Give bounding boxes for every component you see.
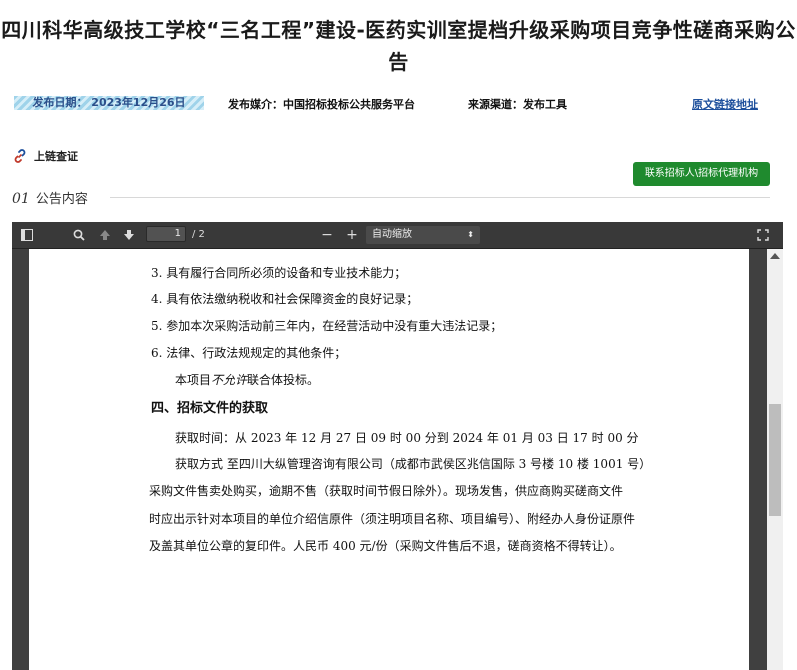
chevron-updown-icon: ⬍ (467, 230, 474, 239)
doc-line: 及盖其单位公章的复印件。人民币 400 元/份（采购文件售后不退，磋商资格不得转… (149, 539, 622, 553)
zoom-select-value: 自动缩放 (372, 229, 412, 240)
doc-line: 采购文件售卖处购买，逾期不售（获取时间节假日除外）。现场发售，供应商购买磋商文件 (149, 484, 624, 498)
section-divider (110, 197, 770, 198)
contact-tenderer-button[interactable]: 联系招标人\招标代理机构 (633, 162, 770, 186)
doc-text: 联合体投标。 (247, 373, 320, 387)
doc-line: 获取时间：从 2023 年 12 月 27 日 09 时 00 分到 2024 … (175, 431, 639, 445)
doc-line: 本项目不允许联合体投标。 (175, 371, 319, 388)
source-channel: 来源渠道：发布工具 (468, 98, 567, 111)
search-button[interactable] (70, 226, 88, 244)
doc-line: 6. 法律、行政法规规定的其他条件； (151, 346, 347, 360)
next-page-button[interactable] (120, 226, 138, 244)
page-title: 四川科华高级技工学校“三名工程”建设-医药实训室提档升级采购项目竞争性磋商采购公… (1, 18, 796, 74)
sidebar-toggle-button[interactable] (18, 226, 36, 244)
zoom-in-button[interactable]: + (343, 226, 361, 244)
chain-check-link[interactable]: 上链查证 (12, 148, 78, 164)
page-number-input[interactable]: 1 (146, 226, 186, 242)
pdf-toolbar: 1 / 2 − + 自动缩放 ⬍ (12, 222, 783, 249)
scroll-thumb[interactable] (769, 404, 781, 516)
scroll-up-arrow-icon[interactable] (770, 253, 780, 259)
zoom-select[interactable]: 自动缩放 ⬍ (366, 226, 480, 244)
section-title: 公告内容 (35, 192, 88, 207)
original-link[interactable]: 原文链接地址 (692, 96, 758, 112)
previous-page-button[interactable] (96, 226, 114, 244)
section-header: 01 公告内容 (12, 188, 88, 207)
pdf-viewer: 1 / 2 − + 自动缩放 ⬍ 3. 具有履行合同所必须的设备和专业技术能力；… (12, 222, 783, 670)
previous-page-icon (100, 230, 110, 240)
document-scrollbar[interactable] (767, 249, 783, 670)
doc-heading: 四、招标文件的获取 (151, 401, 269, 416)
chain-link-icon (14, 149, 26, 163)
section-number: 01 (12, 191, 30, 207)
doc-line: 4. 具有依法缴纳税收和社会保障资金的良好记录； (151, 292, 419, 306)
document-area[interactable]: 3. 具有履行合同所必须的设备和专业技术能力； 4. 具有依法缴纳税收和社会保障… (12, 249, 767, 670)
doc-line: 5. 参加本次采购活动前三年内，在经营活动中没有重大违法记录； (151, 319, 503, 333)
page-total: / 2 (192, 229, 205, 240)
publish-date: 发布日期： 2023年12月26日 (14, 96, 204, 110)
fullscreen-icon (757, 229, 769, 241)
chain-check-label: 上链查证 (34, 150, 78, 163)
doc-text: 本项目 (175, 373, 212, 387)
sidebar-toggle-icon (21, 229, 33, 241)
doc-text-italic: 不允许 (211, 373, 248, 387)
search-icon (73, 229, 85, 241)
doc-line: 获取方式 至四川大纵管理咨询有限公司（成都市武侯区兆信国际 3 号楼 10 楼 … (175, 457, 652, 471)
doc-line: 时应出示针对本项目的单位介绍信原件（须注明项目名称、项目编号）、附经办人身份证原… (149, 512, 636, 526)
zoom-out-button[interactable]: − (318, 226, 336, 244)
fullscreen-button[interactable] (754, 226, 772, 244)
publish-media: 发布媒介：中国招标投标公共服务平台 (228, 98, 415, 111)
next-page-icon (124, 230, 134, 240)
pdf-page: 3. 具有履行合同所必须的设备和专业技术能力； 4. 具有依法缴纳税收和社会保障… (29, 249, 749, 670)
doc-line: 3. 具有履行合同所必须的设备和专业技术能力； (151, 266, 407, 280)
